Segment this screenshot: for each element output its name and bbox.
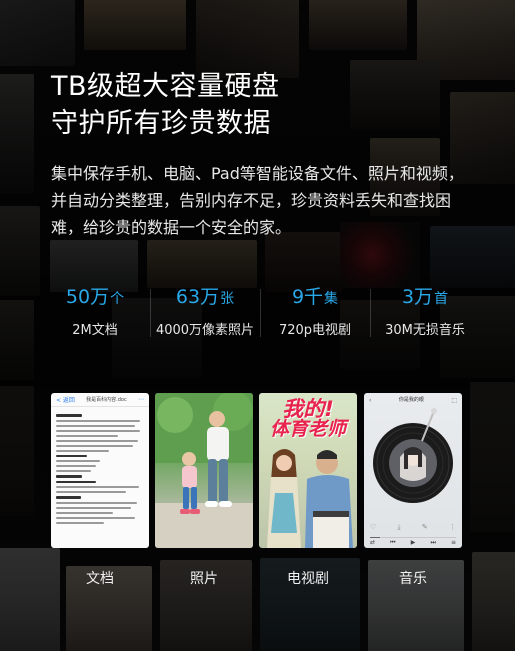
comment-icon: ✎ (421, 523, 428, 531)
stat-value: 3万 (401, 286, 434, 308)
label-documents: 文档 (86, 571, 114, 587)
stat-value: 9千 (291, 286, 324, 308)
description-text: 集中保存手机、电脑、Pad等智能设备文件、照片和视频，并自动分类整理，告别内存不… (51, 164, 464, 237)
playlist-icon: ≡ (450, 539, 456, 546)
tv-poster-art (267, 449, 353, 548)
stat-label: 30M无损音乐 (385, 323, 465, 338)
stat-unit: 张 (220, 291, 235, 307)
category-labels: 文档 照片 电视剧 音乐 (51, 568, 462, 588)
music-player-card: ‹ 你是我的眼 ⬚ ♡ ⤓ ✎ ⋮ ⇄ ⏮ ▶ ⏭ ≡ (364, 393, 462, 548)
label-tv: 电视剧 (287, 571, 329, 587)
stat-label: 4000万像素照片 (155, 323, 255, 338)
playback-progress (370, 537, 456, 538)
more-icon: ⋯ (137, 396, 144, 403)
headline: TB级超大容量硬盘 守护所有珍贵数据 (51, 68, 280, 142)
stat-tv-episodes: 9千集 720p电视剧 (260, 283, 370, 343)
share-icon: ⬚ (451, 396, 457, 404)
vinyl-record-icon (373, 408, 453, 503)
play-icon: ▶ (410, 539, 416, 546)
previous-icon: ⏮ (390, 539, 396, 546)
back-icon: ‹ (369, 396, 372, 404)
next-icon: ⏭ (430, 539, 436, 546)
document-preview-card: < 返回 我是百科内容.doc ⋯ (51, 393, 149, 548)
stat-value: 63万 (175, 286, 220, 308)
stat-value: 50万 (65, 286, 110, 308)
stat-photos: 63万张 4000万像素照片 (150, 283, 260, 343)
document-text-lines (51, 407, 149, 531)
download-icon: ⤓ (397, 523, 401, 531)
stat-music: 3万首 30M无损音乐 (370, 283, 480, 343)
tv-poster-card: 我的! 体育老师 (259, 393, 357, 548)
label-photos: 照片 (190, 571, 218, 587)
label-music: 音乐 (399, 571, 427, 587)
headline-line-1: TB级超大容量硬盘 (51, 71, 280, 102)
like-icon: ♡ (370, 523, 377, 531)
shuffle-icon: ⇄ (370, 539, 376, 546)
capacity-stats: 50万个 2M文档 63万张 4000万像素照片 9千集 720p电视剧 3万首… (40, 283, 480, 343)
stat-label: 720p电视剧 (278, 323, 352, 338)
stat-unit: 首 (434, 291, 449, 307)
stat-unit: 个 (110, 291, 125, 307)
menu-icon: ⋮ (448, 523, 456, 531)
back-link: < 返回 (56, 397, 75, 404)
photo-preview-card (155, 393, 253, 548)
document-title: 我是百科内容.doc (86, 397, 127, 403)
song-title: 你是我的眼 (398, 397, 424, 403)
family-photo (155, 393, 253, 548)
stat-documents: 50万个 2M文档 (40, 283, 150, 343)
stat-unit: 集 (324, 291, 339, 307)
stat-label: 2M文档 (72, 323, 118, 338)
headline-line-2: 守护所有珍贵数据 (51, 108, 271, 139)
